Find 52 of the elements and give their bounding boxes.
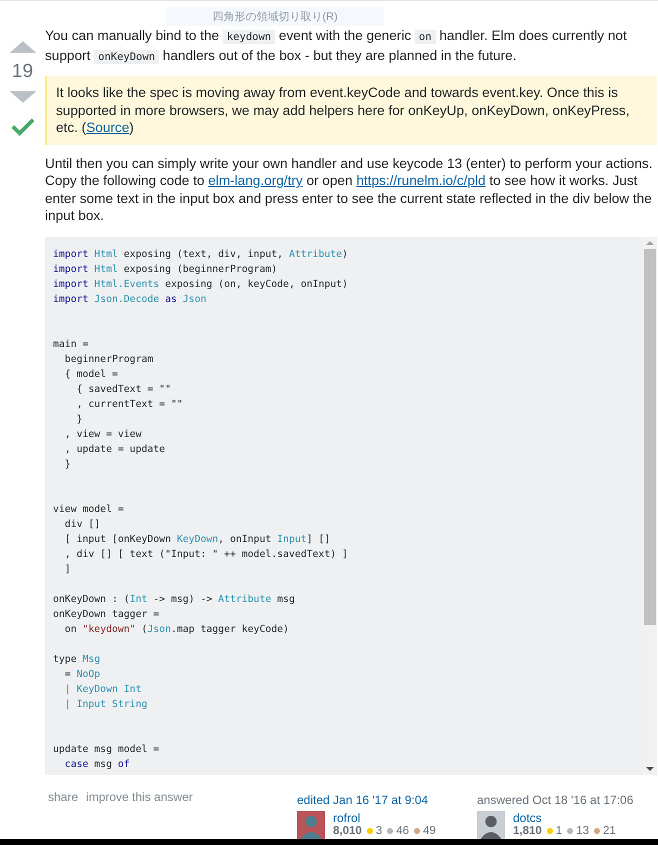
reputation: 8,010 bbox=[333, 824, 362, 836]
code-line: import Json.Decode as Json bbox=[53, 292, 208, 306]
code-line: case msg of bbox=[64, 758, 131, 772]
code-line: [ input [onKeyDown KeyDown, onInput Input] [] bbox=[64, 532, 332, 546]
code-line: ] bbox=[64, 562, 72, 576]
code-line: , currentText = "" bbox=[76, 398, 184, 412]
code-line: , view = view bbox=[64, 428, 142, 442]
code-line: type Msg bbox=[53, 652, 102, 666]
code-line: , update = update bbox=[64, 442, 166, 456]
badge-count: 46 bbox=[396, 824, 409, 836]
code-line: } bbox=[76, 412, 84, 426]
paragraph: You can manually bind to the keydown event with the generic on handler. Elm does currently not support onKeyDown handlers out of the box - but they are planned in the future. bbox=[45, 27, 628, 66]
code-line: main = bbox=[53, 338, 90, 352]
post-timestamp: answered Oct 18 '16 at 17:06 bbox=[477, 792, 634, 806]
code-line: | Input String bbox=[64, 698, 148, 712]
code-line: import Html exposing (text, div, input, Attribute) bbox=[53, 248, 349, 262]
avatar-icon[interactable] bbox=[477, 810, 505, 838]
code-line: = NoOp bbox=[64, 668, 102, 682]
link[interactable]: elm-lang.org/try bbox=[208, 173, 303, 188]
code-line: , div [] [ text ("Input: " ++ model.savedText) ] bbox=[64, 548, 349, 562]
code-line: import Html exposing (beginnerProgram) bbox=[53, 262, 278, 276]
vote-count: 19 bbox=[12, 61, 34, 83]
badge-count: 13 bbox=[576, 824, 589, 836]
downvote-icon[interactable] bbox=[8, 89, 38, 105]
code-line: | KeyDown Int bbox=[64, 682, 142, 696]
tooltip-text: 四角形の領域切り取り(R) bbox=[212, 10, 338, 24]
post-timestamp: edited Jan 16 '17 at 9:04 bbox=[297, 792, 430, 806]
upvote-icon[interactable] bbox=[8, 39, 38, 55]
code-line: } bbox=[64, 458, 72, 472]
code-line: div [] bbox=[64, 518, 102, 532]
quote-text: It looks like the spec is moving away from event.keyCode and towards event.key. Once this is supported in more browsers, we may add helpers here for onKeyUp, onKeyDown, onKeyPress, etc. (Source) bbox=[56, 84, 630, 136]
code-line: update msg model = bbox=[53, 742, 160, 756]
code-line: view model = bbox=[53, 502, 125, 516]
badge-count: 1 bbox=[556, 824, 562, 836]
link[interactable]: https://runelm.io/c/pld bbox=[356, 173, 486, 188]
code-line: onKeyDown : (Int -> msg) -> Attribute msg bbox=[53, 592, 296, 606]
code-line: onKeyDown tagger = bbox=[53, 608, 160, 622]
badge-count: 49 bbox=[422, 824, 436, 836]
badge-count: 21 bbox=[602, 824, 616, 836]
paragraph: Until then you can simply write your own handler and use keycode 13 (enter) to perform your actions. Copy the following code to elm-lang.org/try or open https://runelm.io/c/pld to see how it works. Just enter some text in the input box and press enter to see the current state reflected in the div below the input box. bbox=[45, 154, 654, 224]
footer-link[interactable]: improve this answer bbox=[86, 790, 193, 804]
badge-count: 3 bbox=[376, 824, 382, 836]
source-link[interactable]: Source bbox=[86, 120, 130, 135]
footer-link[interactable]: share bbox=[48, 790, 78, 804]
reputation: 1,810 bbox=[513, 824, 542, 836]
code-line: { model = bbox=[64, 368, 119, 382]
code-line: on "keydown" (Json.map tagger keyCode) bbox=[64, 622, 290, 636]
code-line: beginnerProgram bbox=[64, 352, 154, 366]
code-line: import Html.Events exposing (on, keyCode, onInput) bbox=[53, 278, 349, 292]
user-name[interactable]: dotcs bbox=[513, 810, 618, 824]
user-name[interactable]: rofrol bbox=[333, 810, 438, 824]
code-line: { savedText = "" bbox=[76, 382, 172, 396]
